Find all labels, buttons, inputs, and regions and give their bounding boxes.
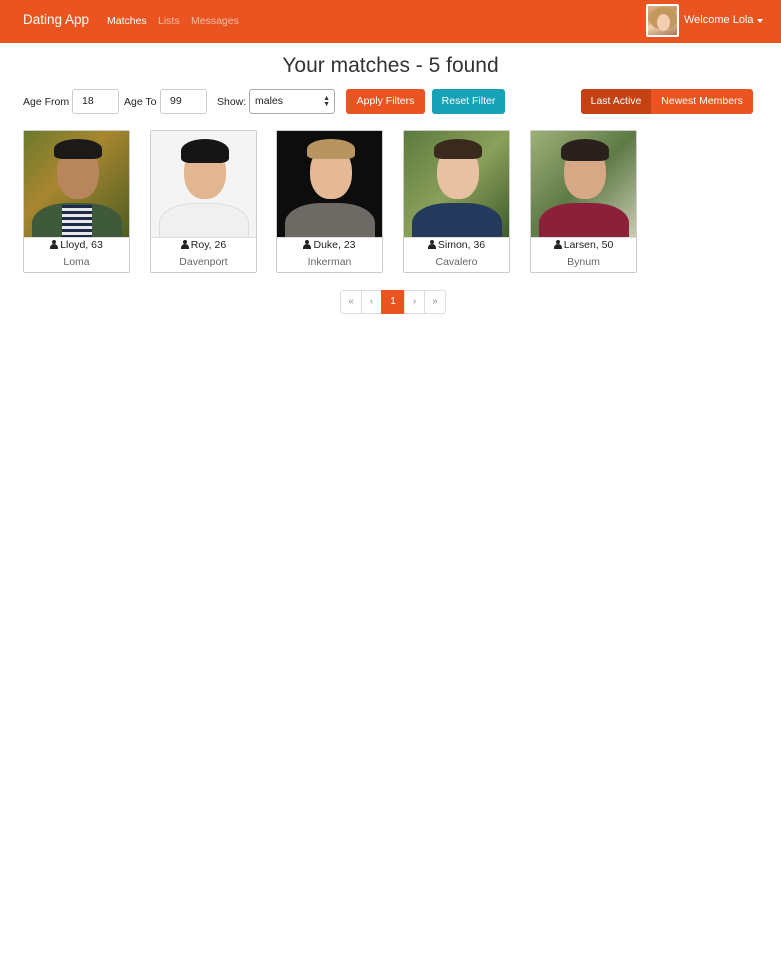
user-icon [427,240,436,249]
member-card[interactable]: Lloyd, 63 Loma [23,130,130,273]
show-label: Show: [217,96,247,108]
member-card[interactable]: Larsen, 50 Bynum [530,130,637,273]
member-name: Simon, 36 [404,239,509,251]
user-icon [50,240,59,249]
user-menu-toggle[interactable]: Welcome Lola [684,14,754,26]
sort-newest-members-button[interactable]: Newest Members [651,89,753,114]
member-photo[interactable] [531,131,636,237]
age-to-label: Age To [124,96,157,108]
gender-select[interactable]: males ▲ ▼ [249,89,335,114]
age-to-input[interactable]: 99 [160,89,207,114]
sort-button-group: Last Active Newest Members [581,89,753,114]
chevron-down-icon[interactable] [757,19,763,23]
brand-link[interactable]: Dating App [23,12,89,27]
member-name: Duke, 23 [277,239,382,251]
nav-lists[interactable]: Lists [158,15,180,27]
pagination-last-button[interactable]: » [424,290,446,314]
member-city: Inkerman [307,256,352,268]
member-photo[interactable] [277,131,382,237]
page-title: Your matches - 5 found [282,54,499,77]
nav-matches[interactable]: Matches [107,15,147,27]
member-photo[interactable] [24,131,129,237]
pagination-first-button[interactable]: « [340,290,362,314]
user-icon [180,240,189,249]
member-name: Larsen, 50 [531,239,636,251]
top-navbar: Dating App Matches Lists Messages Welcom… [0,0,781,43]
pagination-prev-button[interactable]: ‹ [361,290,382,314]
member-city: Cavalero [435,256,478,268]
gender-select-value: males [255,95,284,107]
member-card[interactable]: Duke, 23 Inkerman [276,130,383,273]
member-card[interactable]: Simon, 36 Cavalero [403,130,510,273]
member-city: Loma [63,256,90,268]
member-name: Lloyd, 63 [24,239,129,251]
member-photo[interactable] [404,131,509,237]
age-from-input[interactable]: 18 [72,89,119,114]
user-icon [303,240,312,249]
nav-messages[interactable]: Messages [191,15,239,27]
select-arrows-icon: ▲ ▼ [323,95,330,108]
member-card[interactable]: Roy, 26 Davenport [150,130,257,273]
member-photo[interactable] [151,131,256,237]
member-city: Davenport [179,256,228,268]
user-icon [553,240,562,249]
age-from-label: Age From [23,96,70,108]
pagination-page-1[interactable]: 1 [381,290,405,314]
reset-filter-button[interactable]: Reset Filter [432,89,505,114]
pagination-next-button[interactable]: › [404,290,425,314]
user-avatar[interactable] [646,4,679,37]
member-city: Bynum [567,256,600,268]
sort-last-active-button[interactable]: Last Active [581,89,651,114]
member-name: Roy, 26 [151,239,256,251]
apply-filters-button[interactable]: Apply Filters [346,89,425,114]
